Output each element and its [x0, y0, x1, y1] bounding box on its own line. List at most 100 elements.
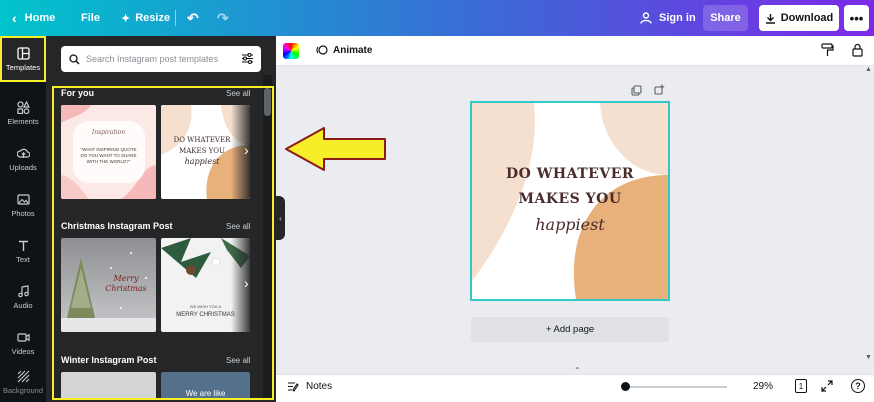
- image-icon: [16, 193, 30, 205]
- rail-label: Uploads: [9, 162, 37, 172]
- template-thumb-inspiration[interactable]: Inspiration "WHAT INSPIRING QUOTE DO YOU…: [61, 105, 156, 199]
- animate-button[interactable]: Animate: [316, 44, 372, 56]
- section-title-for-you: For you: [61, 88, 94, 98]
- thumb-small-text: WE WISH YOU A: [189, 304, 222, 309]
- section-title-winter: Winter Instagram Post: [61, 355, 157, 365]
- section-title-christmas: Christmas Instagram Post: [61, 221, 173, 231]
- rail-label: Background: [2, 386, 44, 395]
- paint-roller-icon[interactable]: [821, 43, 834, 57]
- color-picker-icon[interactable]: [283, 43, 299, 59]
- home-button[interactable]: ‹ Home: [12, 0, 55, 36]
- template-thumb-happiest[interactable]: DO WHATEVER MAKES YOU happiest: [161, 105, 250, 199]
- person-icon: [640, 12, 652, 24]
- rail-item-templates[interactable]: Templates: [0, 36, 46, 82]
- template-thumb-merry-christmas[interactable]: Merry Christmas: [61, 238, 156, 332]
- search-placeholder: Search Instagram post templates: [86, 54, 219, 64]
- chevron-left-icon: ‹: [12, 10, 17, 26]
- top-bar: ‹ Home File ✦ Resize ↶ ↷ Sign in Share D…: [0, 0, 874, 36]
- canvas-scrollbar[interactable]: ▲ ▼: [863, 66, 874, 374]
- footer-bar: [276, 374, 874, 402]
- thumb-script: Inspiration: [91, 129, 126, 136]
- more-options-button[interactable]: •••: [844, 5, 869, 31]
- zoom-value[interactable]: 29%: [753, 381, 773, 392]
- design-canvas[interactable]: DO WHATEVER MAKES YOU happiest: [470, 101, 670, 301]
- resize-label: Resize: [135, 12, 171, 24]
- download-icon: [765, 13, 775, 24]
- undo-icon[interactable]: ↶: [187, 0, 199, 36]
- share-button[interactable]: Share: [703, 5, 748, 31]
- add-page-label: + Add page: [545, 324, 595, 335]
- template-thumb-winter-1[interactable]: [61, 372, 156, 400]
- download-button[interactable]: Download: [759, 5, 839, 31]
- rail-label: Elements: [7, 116, 39, 126]
- design-heading-line1: DO WHATEVER: [505, 166, 634, 182]
- thumb-text: MERRY CHRISTMAS: [176, 312, 235, 318]
- rail-item-videos[interactable]: Videos: [0, 320, 46, 366]
- see-all-link[interactable]: See all: [226, 222, 250, 231]
- rail-label: Audio: [13, 300, 33, 310]
- file-label: File: [81, 12, 100, 24]
- panel-scrollbar[interactable]: [263, 75, 272, 400]
- page-count: 1: [798, 381, 804, 391]
- scroll-up-icon[interactable]: ▲: [865, 66, 872, 73]
- sparkle-icon: ✦: [121, 12, 131, 25]
- download-label: Download: [780, 12, 834, 24]
- file-menu[interactable]: File: [81, 0, 100, 36]
- rail-label: Photos: [11, 208, 35, 218]
- add-page-button[interactable]: + Add page: [471, 317, 669, 342]
- help-icon[interactable]: ?: [851, 379, 865, 393]
- collapse-panel-button[interactable]: ‹: [276, 196, 285, 240]
- pattern-icon: [17, 370, 29, 383]
- more-icon: •••: [849, 10, 864, 26]
- chevron-right-icon[interactable]: ›: [244, 275, 249, 291]
- notes-button[interactable]: Notes: [287, 381, 332, 392]
- divider: [175, 10, 176, 26]
- thumb-script: happiest: [184, 157, 220, 166]
- rail-item-background[interactable]: Background: [0, 366, 46, 402]
- music-icon: [17, 284, 29, 297]
- thumb-script: Merry Christmas: [105, 274, 147, 293]
- chevron-left-icon: ‹: [279, 213, 282, 223]
- rail-item-elements[interactable]: Elements: [0, 90, 46, 136]
- signin-button[interactable]: Sign in: [640, 0, 696, 36]
- fullscreen-icon[interactable]: [821, 380, 833, 392]
- scroll-down-icon[interactable]: ▼: [865, 354, 872, 361]
- signin-label: Sign in: [659, 12, 696, 24]
- search-icon: [69, 53, 80, 64]
- share-label: Share: [710, 12, 741, 24]
- duplicate-page-icon[interactable]: [631, 85, 642, 96]
- redo-icon[interactable]: ↷: [217, 0, 229, 36]
- chevron-right-icon[interactable]: ›: [244, 142, 249, 158]
- home-label: Home: [24, 12, 56, 24]
- rail-label: Templates: [5, 62, 41, 72]
- rail-item-photos[interactable]: Photos: [0, 182, 46, 228]
- filter-icon[interactable]: [241, 52, 254, 65]
- see-all-link[interactable]: See all: [226, 89, 250, 98]
- annotation-arrow: [285, 127, 386, 171]
- design-heading-line2: MAKES YOU: [518, 191, 622, 207]
- upload-icon: [16, 148, 30, 158]
- notes-icon: [288, 382, 299, 392]
- see-all-link[interactable]: See all: [226, 356, 250, 365]
- template-thumb-winter-2[interactable]: We are like: [161, 372, 250, 400]
- notes-label: Notes: [306, 381, 333, 392]
- design-script-text: happiest: [535, 215, 605, 234]
- rail-item-audio[interactable]: Audio: [0, 274, 46, 320]
- thumb-text: "WHAT INSPIRING QUOTE DO YOU WANT TO SHA…: [80, 147, 137, 164]
- animate-icon: [316, 45, 328, 55]
- templates-icon: [16, 46, 30, 60]
- text-icon: [18, 240, 28, 251]
- resize-button[interactable]: ✦ Resize: [121, 0, 170, 36]
- rail-label: Videos: [11, 346, 35, 356]
- lock-icon[interactable]: [852, 43, 863, 57]
- rail-item-uploads[interactable]: Uploads: [0, 136, 46, 182]
- panel-scroll-thumb[interactable]: [264, 88, 271, 116]
- add-page-icon[interactable]: [654, 84, 665, 95]
- page-count-button[interactable]: 1: [795, 379, 807, 393]
- shapes-icon: [16, 100, 30, 114]
- template-thumb-we-wish-you[interactable]: WE WISH YOU A MERRY CHRISTMAS: [161, 238, 250, 332]
- search-input[interactable]: Search Instagram post templates: [61, 46, 261, 72]
- canva-editor: ‹ Home File ✦ Resize ↶ ↷ Sign in Share D…: [0, 0, 874, 402]
- zoom-slider-track[interactable]: [622, 386, 727, 388]
- rail-item-text[interactable]: Text: [0, 228, 46, 274]
